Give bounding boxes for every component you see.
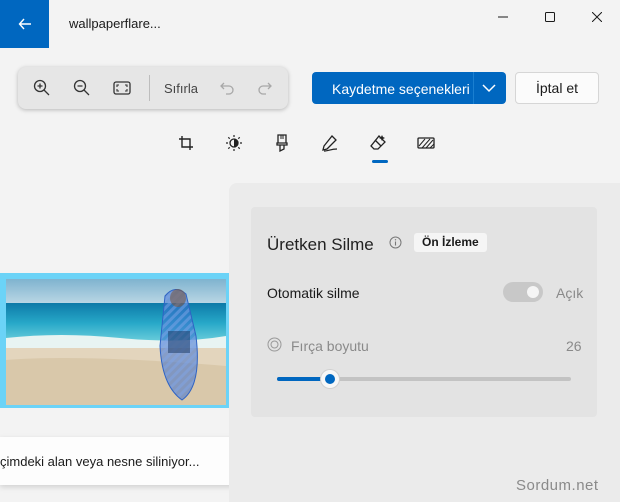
minimize-button[interactable] bbox=[480, 0, 526, 34]
brightness-icon bbox=[226, 135, 242, 151]
toolbar-divider bbox=[149, 75, 150, 101]
save-button-divider bbox=[473, 72, 474, 104]
markup-tool[interactable] bbox=[319, 132, 341, 154]
save-options-label: Kaydetme seçenekleri bbox=[332, 81, 470, 97]
toggle-knob bbox=[527, 286, 539, 298]
active-tool-indicator bbox=[372, 160, 388, 163]
brush-size-value: 26 bbox=[566, 338, 582, 354]
fit-to-window-button[interactable] bbox=[109, 76, 135, 100]
auto-erase-state: Açık bbox=[556, 285, 584, 301]
adjust-tool[interactable] bbox=[223, 132, 245, 154]
cancel-button[interactable]: İptal et bbox=[515, 72, 599, 104]
maximize-icon bbox=[545, 12, 555, 22]
undo-button[interactable] bbox=[214, 76, 240, 100]
watermark: Sordum.net bbox=[516, 477, 599, 494]
back-arrow-icon bbox=[18, 18, 31, 30]
title-bar: wallpaperflare... bbox=[0, 0, 620, 48]
eraser-icon bbox=[370, 135, 386, 150]
save-options-button[interactable]: Kaydetme seçenekleri bbox=[312, 72, 506, 104]
image-canvas[interactable] bbox=[0, 273, 229, 408]
marker-icon bbox=[276, 134, 288, 152]
background-icon bbox=[417, 137, 435, 149]
preview-badge: Ön İzleme bbox=[414, 233, 487, 252]
info-icon[interactable] bbox=[389, 236, 402, 249]
pen-icon bbox=[322, 135, 338, 152]
zoom-in-button[interactable] bbox=[29, 76, 55, 100]
close-icon bbox=[592, 12, 602, 22]
zoom-toolbar: Sıfırla bbox=[18, 67, 288, 109]
close-button[interactable] bbox=[574, 0, 620, 34]
brush-size-icon bbox=[267, 337, 282, 352]
zoom-in-icon bbox=[33, 79, 50, 96]
crop-icon bbox=[179, 136, 193, 150]
auto-erase-label: Otomatik silme bbox=[267, 285, 360, 301]
chevron-down-icon[interactable] bbox=[482, 82, 496, 94]
minimize-icon bbox=[498, 16, 508, 18]
generative-erase-tool[interactable] bbox=[367, 132, 389, 154]
brush-size-label: Fırça boyutu bbox=[291, 338, 369, 354]
zoom-out-button[interactable] bbox=[69, 76, 95, 100]
zoom-out-icon bbox=[73, 79, 90, 96]
brush-size-slider[interactable] bbox=[277, 370, 571, 388]
photo-preview bbox=[6, 279, 226, 405]
slider-thumb[interactable] bbox=[320, 370, 339, 388]
maximize-button[interactable] bbox=[527, 0, 573, 34]
back-button[interactable] bbox=[0, 0, 49, 48]
redo-icon bbox=[258, 82, 272, 95]
panel-title: Üretken Silme bbox=[267, 235, 374, 254]
auto-erase-toggle[interactable] bbox=[503, 282, 543, 302]
window-title: wallpaperflare... bbox=[69, 16, 161, 31]
redo-button[interactable] bbox=[252, 76, 278, 100]
reset-button[interactable]: Sıfırla bbox=[164, 81, 198, 96]
undo-icon bbox=[220, 82, 234, 95]
background-tool[interactable] bbox=[415, 132, 437, 154]
filter-tool[interactable] bbox=[271, 132, 293, 154]
fit-screen-icon bbox=[113, 81, 131, 95]
crop-tool[interactable] bbox=[175, 132, 197, 154]
status-text: çimdeki alan veya nesne siliniyor... bbox=[0, 454, 200, 469]
